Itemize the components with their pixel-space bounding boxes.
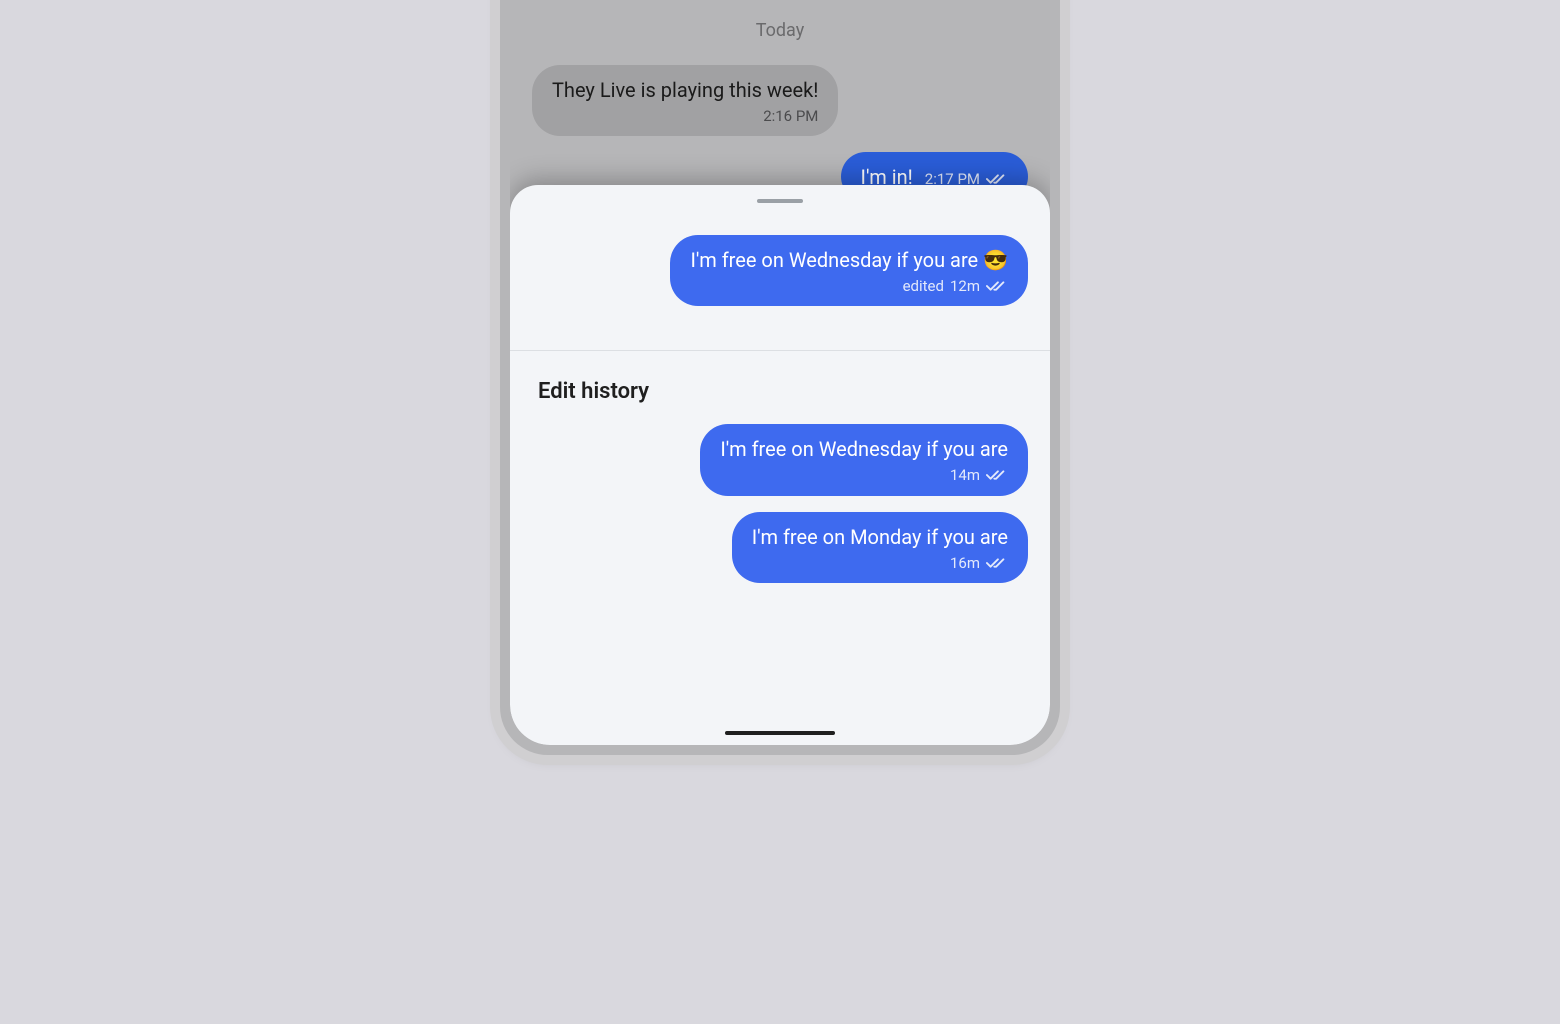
history-message-bubble[interactable]: I'm free on Wednesday if you are 14m — [700, 424, 1028, 495]
message-text: They Live is playing this week! — [552, 77, 818, 104]
read-receipt-icon — [986, 556, 1008, 570]
message-text: I'm free on Wednesday if you are 😎 — [690, 247, 1008, 274]
phone-screen: Today They Live is playing this week! 2:… — [510, 0, 1050, 745]
edited-label: edited — [903, 276, 944, 296]
received-message-bubble[interactable]: They Live is playing this week! 2:16 PM — [532, 65, 838, 136]
message-age: 12m — [950, 276, 980, 296]
history-row: I'm free on Monday if you are 16m — [532, 512, 1028, 583]
current-message-bubble[interactable]: I'm free on Wednesday if you are 😎 edite… — [670, 235, 1028, 306]
message-text: I'm free on Monday if you are — [752, 524, 1008, 551]
current-message-row: I'm free on Wednesday if you are 😎 edite… — [532, 235, 1028, 306]
message-age: 16m — [950, 553, 980, 573]
read-receipt-icon — [986, 279, 1008, 293]
edit-history-sheet[interactable]: I'm free on Wednesday if you are 😎 edite… — [510, 185, 1050, 745]
message-age: 14m — [950, 465, 980, 485]
message-row-received: They Live is playing this week! 2:16 PM — [510, 65, 1050, 136]
date-separator: Today — [510, 20, 1050, 41]
history-row: I'm free on Wednesday if you are 14m — [532, 424, 1028, 495]
home-indicator[interactable] — [725, 731, 835, 735]
message-timestamp: 2:16 PM — [763, 106, 818, 126]
phone-frame: Today They Live is playing this week! 2:… — [500, 0, 1060, 755]
message-text: I'm free on Wednesday if you are — [720, 436, 1008, 463]
edit-history-title: Edit history — [510, 351, 1050, 424]
edit-history-list: I'm free on Wednesday if you are 14m I'm… — [510, 424, 1050, 607]
read-receipt-icon — [986, 468, 1008, 482]
history-message-bubble[interactable]: I'm free on Monday if you are 16m — [732, 512, 1028, 583]
